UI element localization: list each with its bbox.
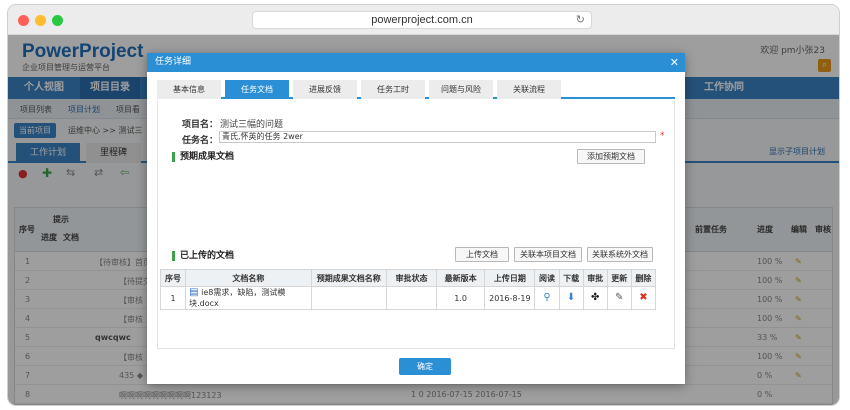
close-icon[interactable]: ✕ (670, 53, 679, 72)
close-window-button[interactable] (18, 15, 29, 26)
delete-icon[interactable]: ✖ (639, 293, 647, 303)
cell-doc-name[interactable]: ▤ ie8需求，缺陷，测试模块.docx (185, 286, 312, 310)
magnifier-icon[interactable]: ⚲ (543, 293, 550, 303)
project-label: 项目名： (181, 120, 218, 130)
uploaded-docs-heading: 已上传的文档 (172, 251, 234, 261)
table-header-row: 序号 文档名称 预期成果文档名称 审批状态 最新版本 上传日期 阅读 下载 审批… (159, 269, 657, 287)
cell-version: 1.0 (436, 286, 486, 310)
th-delete: 删除 (630, 269, 657, 287)
dialog-tabs: 基本信息 任务文档 进展反馈 任务工时 问题与风险 关联流程 (157, 80, 675, 99)
cell-delete[interactable]: ✖ (630, 286, 657, 310)
th-seq: 序号 (159, 269, 187, 287)
task-label: 任务名： (181, 136, 218, 146)
th-download: 下载 (558, 269, 584, 287)
th-doc-name: 文档名称 (185, 269, 312, 287)
required-marker: * (660, 131, 665, 141)
th-approve: 审批 (582, 269, 608, 287)
task-name-field[interactable]: 青氏,怀英的任务 2wer (219, 131, 656, 143)
dialog-title-bar: 任务详细 ✕ (147, 53, 685, 72)
approval-icon[interactable]: ✤ (591, 293, 599, 303)
browser-window: powerproject.com.cn ↻ PowerProject 企业项目管… (8, 5, 839, 405)
address-bar[interactable]: powerproject.com.cn ↻ (252, 11, 592, 29)
dialog-title: 任务详细 (155, 57, 192, 67)
th-approval-status: 审批状态 (385, 269, 438, 287)
th-update: 更新 (606, 269, 632, 287)
tab-related-flow[interactable]: 关联流程 (497, 80, 561, 99)
update-edit-icon[interactable]: ✎ (615, 293, 623, 303)
th-read: 阅读 (534, 269, 560, 287)
confirm-button[interactable]: 确定 (399, 358, 451, 375)
expected-docs-heading: 预期成果文档 (172, 152, 234, 162)
task-detail-dialog: 任务详细 ✕ 基本信息 任务文档 进展反馈 任务工时 问题与风险 关联流程 项目… (147, 53, 685, 384)
th-latest-version: 最新版本 (436, 269, 486, 287)
browser-chrome: powerproject.com.cn ↻ (8, 5, 839, 35)
th-expected-name: 预期成果文档名称 (310, 269, 387, 287)
uploaded-docs-table: 序号 文档名称 预期成果文档名称 审批状态 最新版本 上传日期 阅读 下载 审批… (159, 269, 657, 310)
table-row: 1 ▤ ie8需求，缺陷，测试模块.docx 1.0 2016-8-19 ⚲ ⬇… (159, 286, 657, 310)
project-value: 测试三幅的问题 (220, 120, 284, 130)
cell-approval-status (385, 286, 438, 310)
reload-icon[interactable]: ↻ (576, 12, 585, 28)
cell-seq: 1 (159, 286, 187, 310)
add-expected-doc-button[interactable]: 添加预期文档 (577, 149, 645, 164)
cell-download[interactable]: ⬇ (558, 286, 584, 310)
link-project-doc-button[interactable]: 关联本项目文档 (514, 247, 582, 262)
tab-task-hours[interactable]: 任务工时 (361, 80, 425, 99)
zoom-window-button[interactable] (52, 15, 63, 26)
url-text: powerproject.com.cn (371, 14, 473, 26)
tab-issues-risks[interactable]: 问题与风险 (429, 80, 493, 99)
cell-approve[interactable]: ✤ (582, 286, 608, 310)
doc-name-text[interactable]: ie8需求，缺陷，测试模块.docx (189, 288, 285, 308)
cell-read[interactable]: ⚲ (534, 286, 560, 310)
cell-update[interactable]: ✎ (606, 286, 632, 310)
tab-progress-feedback[interactable]: 进展反馈 (293, 80, 357, 99)
upload-doc-button[interactable]: 上传文档 (455, 247, 509, 262)
minimize-window-button[interactable] (35, 15, 46, 26)
docs-panel: 项目名： 测试三幅的问题 任务名： 青氏,怀英的任务 2wer * 预期成果文档… (157, 101, 675, 349)
link-external-doc-button[interactable]: 关联系统外文档 (587, 247, 653, 262)
th-upload-date: 上传日期 (484, 269, 536, 287)
word-doc-icon: ▤ (189, 287, 199, 298)
download-icon[interactable]: ⬇ (567, 293, 575, 303)
cell-upload-date: 2016-8-19 (484, 286, 536, 310)
tab-task-docs[interactable]: 任务文档 (225, 80, 289, 99)
cell-expected-name (310, 286, 387, 310)
tab-basic-info[interactable]: 基本信息 (157, 80, 221, 99)
